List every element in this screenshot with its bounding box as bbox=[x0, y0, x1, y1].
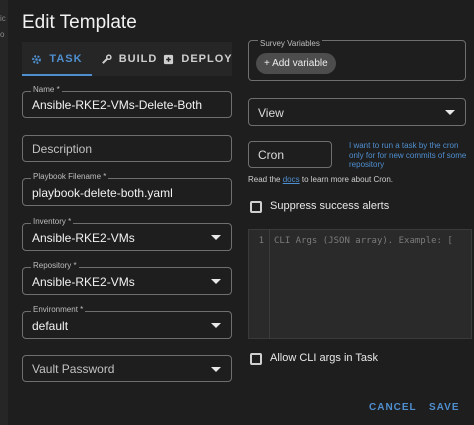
chevron-down-icon bbox=[445, 110, 455, 115]
line-number: 1 bbox=[258, 236, 264, 246]
tab-build-label: BUILD bbox=[118, 53, 158, 65]
save-button[interactable]: SAVE bbox=[429, 402, 460, 413]
repository-value: Ansible-RKE2-VMs bbox=[32, 275, 135, 289]
cli-args-editor[interactable]: 1 CLI Args (JSON array). Example: [ bbox=[248, 229, 472, 339]
playbook-field[interactable]: Playbook Filename * playbook-delete-both… bbox=[22, 172, 232, 206]
repository-label: Repository * bbox=[31, 261, 79, 270]
allow-cli-args-checkbox[interactable] bbox=[250, 353, 262, 365]
wrench-icon bbox=[101, 53, 112, 65]
active-tab-indicator bbox=[22, 74, 92, 76]
tab-bar: TASK BUILD DEPLOY bbox=[22, 42, 232, 76]
cron-docs-note: Read the docs to learn more about Cron. bbox=[248, 175, 393, 184]
chevron-down-icon bbox=[211, 279, 221, 284]
line-number-gutter: 1 bbox=[249, 230, 270, 338]
tab-build[interactable]: BUILD bbox=[96, 42, 162, 76]
gear-icon bbox=[31, 54, 42, 65]
name-field[interactable]: Name * Ansible-RKE2-VMs-Delete-Both bbox=[22, 85, 232, 118]
edge-text: ic bbox=[0, 14, 6, 23]
description-field[interactable]: Description bbox=[22, 135, 232, 162]
deploy-icon bbox=[163, 54, 174, 65]
playbook-value: playbook-delete-both.yaml bbox=[32, 186, 173, 200]
cron-field[interactable]: Cron bbox=[248, 141, 332, 168]
edge-text: o bbox=[0, 30, 5, 39]
docs-link[interactable]: docs bbox=[283, 175, 300, 184]
vault-placeholder: Vault Password bbox=[32, 362, 115, 376]
playbook-label: Playbook Filename * bbox=[31, 172, 109, 181]
description-placeholder: Description bbox=[32, 142, 93, 156]
tab-deploy-label: DEPLOY bbox=[181, 53, 233, 65]
name-value: Ansible-RKE2-VMs-Delete-Both bbox=[32, 98, 203, 112]
cron-value: Cron bbox=[258, 148, 285, 162]
suppress-alerts-checkbox[interactable] bbox=[250, 201, 262, 213]
repository-select[interactable]: Repository * Ansible-RKE2-VMs bbox=[22, 261, 232, 295]
tab-task-label: TASK bbox=[49, 53, 83, 65]
environment-label: Environment * bbox=[31, 305, 86, 314]
docs-prefix: Read the bbox=[248, 175, 281, 184]
chevron-down-icon bbox=[211, 367, 221, 372]
edit-template-dialog: Edit Template TASK BUILD DEPLOY Name * A… bbox=[8, 0, 474, 425]
environment-value: default bbox=[32, 319, 69, 333]
cancel-button[interactable]: CANCEL bbox=[369, 402, 417, 413]
survey-variables-box: Survey Variables + Add variable bbox=[248, 39, 466, 81]
tab-task[interactable]: TASK bbox=[22, 42, 92, 76]
add-variable-button[interactable]: + Add variable bbox=[256, 53, 336, 74]
docs-suffix: to learn more about Cron. bbox=[301, 175, 394, 184]
chevron-down-icon bbox=[211, 235, 221, 240]
cli-args-placeholder: CLI Args (JSON array). Example: [ bbox=[274, 236, 453, 246]
view-select[interactable]: View bbox=[248, 98, 466, 126]
tab-deploy[interactable]: DEPLOY bbox=[164, 42, 232, 76]
suppress-alerts-label: Suppress success alerts bbox=[270, 200, 390, 212]
environment-select[interactable]: Environment * default bbox=[22, 305, 232, 339]
background-window-edge: ic o bbox=[0, 0, 8, 425]
inventory-select[interactable]: Inventory * Ansible-RKE2-VMs bbox=[22, 217, 232, 251]
name-label: Name * bbox=[31, 85, 62, 94]
survey-label: Survey Variables bbox=[258, 39, 322, 48]
cron-hint-link[interactable]: I want to run a task by the cron only fo… bbox=[349, 141, 471, 170]
allow-cli-args-label: Allow CLI args in Task bbox=[270, 352, 379, 364]
inventory-label: Inventory * bbox=[31, 217, 74, 226]
vault-password-select[interactable]: Vault Password bbox=[22, 355, 232, 382]
dialog-title: Edit Template bbox=[22, 12, 137, 33]
view-value: View bbox=[258, 106, 284, 120]
inventory-value: Ansible-RKE2-VMs bbox=[32, 231, 135, 245]
chevron-down-icon bbox=[211, 323, 221, 328]
